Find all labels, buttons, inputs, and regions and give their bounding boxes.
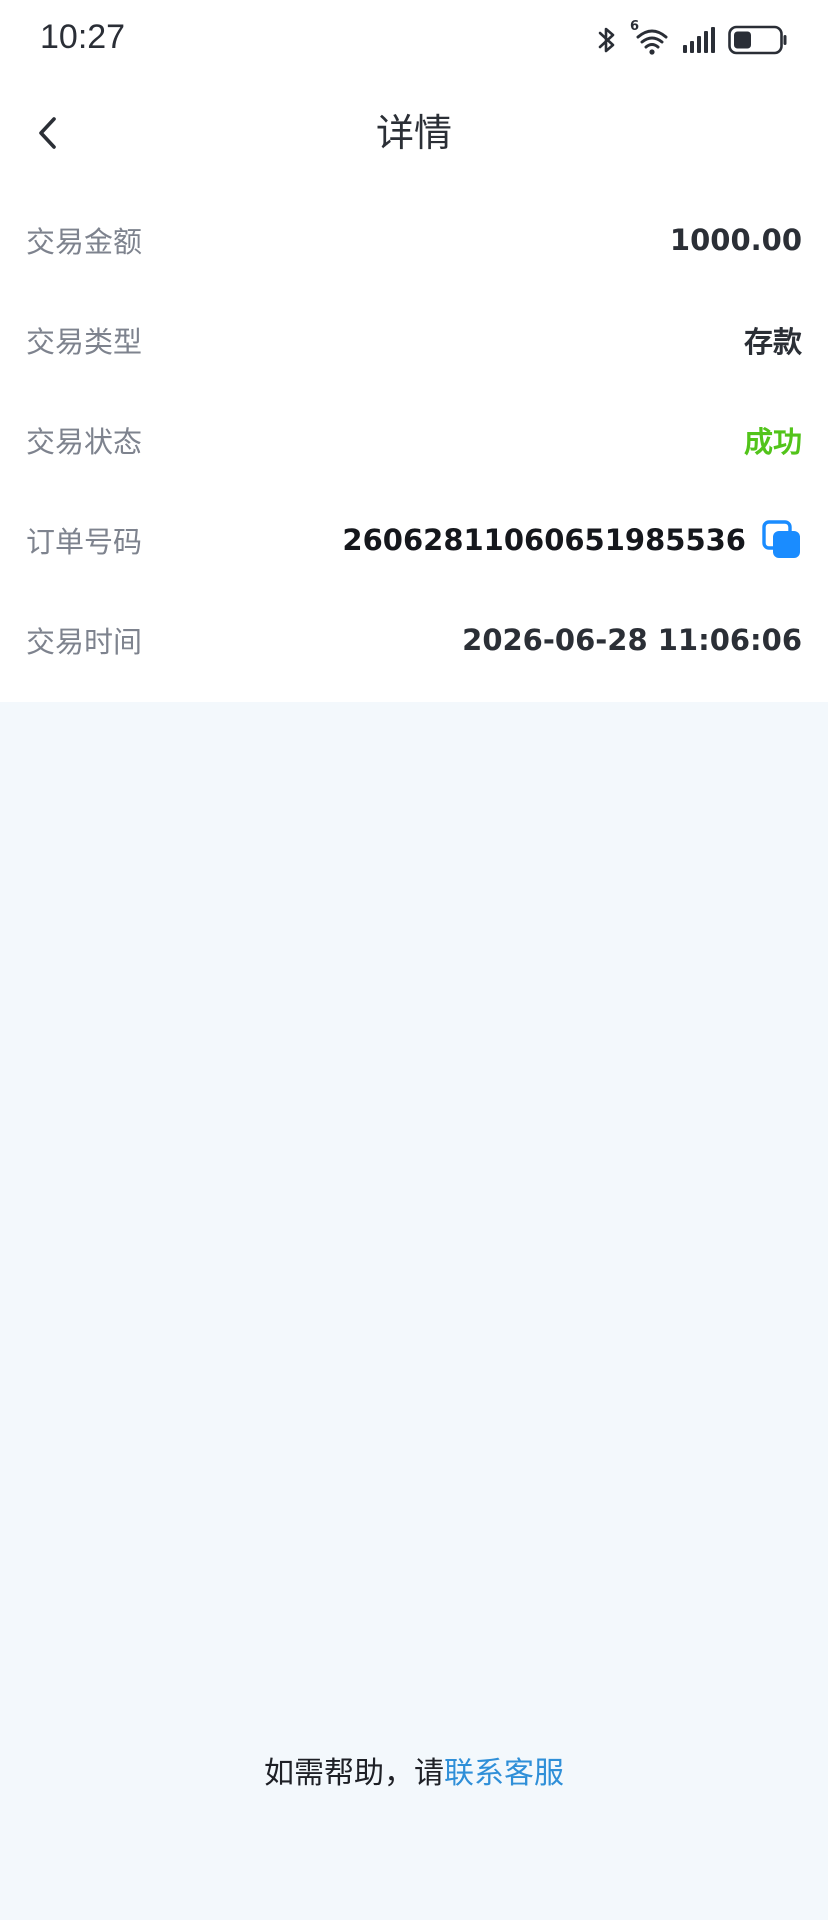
- bluetooth-icon: [596, 25, 618, 55]
- signal-icon: [682, 26, 716, 54]
- network-type-label: 6: [630, 19, 640, 34]
- top-section: 10:27 6 详情 交易金额 1000.00 交易类型 存款 交易状态 成功 …: [0, 0, 828, 702]
- amount-label: 交易金额: [26, 225, 143, 259]
- status-bar: 10:27 6: [0, 0, 828, 80]
- amount-value: 1000.00: [669, 223, 802, 257]
- copy-button[interactable]: [762, 520, 802, 560]
- details-list: 交易金额 1000.00 交易类型 存款 交易状态 成功 订单号码 260628…: [0, 190, 828, 702]
- time-value: 2026-06-28 11:06:06: [462, 623, 802, 657]
- type-label: 交易类型: [26, 325, 143, 359]
- status-label: 交易状态: [26, 425, 143, 459]
- battery-icon: [728, 25, 788, 55]
- detail-page: 10:27 6 详情 交易金额 1000.00 交易类型 存款 交易状态 成功 …: [0, 0, 828, 1920]
- detail-row-order: 订单号码 26062811060651985536: [0, 490, 828, 590]
- help-footer: 如需帮助，请联系客服: [0, 1748, 828, 1792]
- contact-support-link[interactable]: 联系客服: [444, 1756, 564, 1791]
- detail-row-time: 交易时间 2026-06-28 11:06:06: [0, 590, 828, 690]
- detail-row-status: 交易状态 成功: [0, 390, 828, 490]
- order-number: 26062811060651985536: [342, 523, 746, 557]
- order-label: 订单号码: [26, 525, 143, 559]
- status-time: 10:27: [40, 18, 126, 56]
- status-icons: 6: [596, 19, 788, 58]
- order-value-wrap: 26062811060651985536: [342, 520, 802, 560]
- type-value: 存款: [743, 325, 802, 359]
- wifi-icon: 6: [630, 19, 670, 57]
- nav-bar: 详情: [0, 80, 828, 190]
- page-title: 详情: [375, 111, 452, 155]
- copy-icon: [762, 520, 800, 558]
- time-label: 交易时间: [26, 625, 143, 659]
- status-value: 成功: [743, 425, 802, 459]
- detail-row-amount: 交易金额 1000.00: [0, 190, 828, 290]
- detail-row-type: 交易类型 存款: [0, 290, 828, 390]
- help-prefix: 如需帮助，请: [264, 1756, 444, 1791]
